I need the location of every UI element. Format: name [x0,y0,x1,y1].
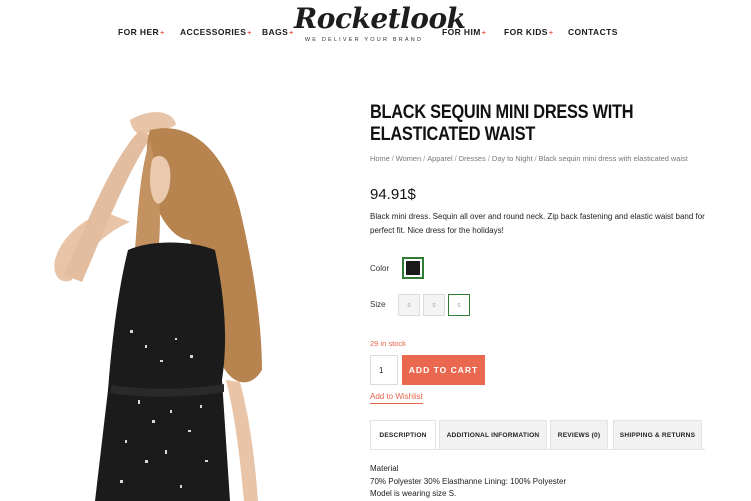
product-price: 94.91$ [370,186,416,203]
material-heading: Material [370,464,399,473]
plus-icon: + [160,30,165,37]
breadcrumb-separator: / [423,154,426,163]
add-to-wishlist-link[interactable]: Add to Wishlist [370,392,423,404]
top-navigation: FOR HER+ ACCESSORIES+ BAGS+ Rocketlook W… [0,0,751,62]
model-size-note: Model is wearing size S. [370,489,457,498]
size-option-selected[interactable]: s [448,294,470,316]
nav-item-for-her[interactable]: FOR HER+ [118,27,165,39]
nav-item-contacts[interactable]: CONTACTS [568,27,618,39]
plus-icon: + [247,30,252,37]
size-label: Size [370,300,386,309]
site-logo[interactable]: Rocketlook WE DELIVER YOUR BRAND [294,2,466,54]
product-title: BLACK SEQUIN MINI DRESS WITH ELASTICATED… [370,102,634,145]
breadcrumb-current: Black sequin mini dress with elasticated… [538,154,688,163]
product-tabs: DESCRIPTION ADDITIONAL INFORMATION REVIE… [370,420,710,450]
tab-additional-information[interactable]: ADDITIONAL INFORMATION [439,420,547,450]
color-label: Color [370,264,390,273]
breadcrumb-separator: / [391,154,394,163]
breadcrumb-apparel[interactable]: Apparel [427,154,452,163]
nav-item-for-him[interactable]: FOR HIM+ [442,27,486,39]
tab-description[interactable]: DESCRIPTION [370,420,436,450]
breadcrumb: Home / Women / Apparel / Dresses / Day to Night /… [370,154,688,163]
breadcrumb-separator: / [534,154,537,163]
swatch-fill [406,261,420,275]
nav-item-bags[interactable]: BAGS+ [262,27,294,39]
plus-icon: + [289,30,294,37]
breadcrumb-home[interactable]: Home [370,154,390,163]
plus-icon: + [481,30,487,37]
add-to-cart-button[interactable]: ADD TO CART [402,355,485,385]
tab-shipping-returns[interactable]: SHIPPING & RETURNS [613,420,702,450]
size-option[interactable]: s [398,294,420,316]
size-option[interactable]: s [423,294,445,316]
breadcrumb-dresses[interactable]: Dresses [459,154,486,163]
breadcrumb-day-to-night[interactable]: Day to Night [492,154,533,163]
tab-content: Material 70% Polyester 30% Elasthanne Li… [370,463,566,501]
product-image[interactable] [0,100,345,501]
material-composition: 70% Polyester 30% Elasthanne Lining: 100… [370,476,567,486]
model-photo [54,112,262,501]
quantity-input[interactable] [370,355,398,385]
nav-item-for-kids[interactable]: FOR KIDS+ [504,27,553,39]
tabs-divider [370,449,705,450]
breadcrumb-separator: / [487,154,490,163]
logo-wordmark: Rocketlook [294,2,466,35]
tab-reviews[interactable]: REVIEWS (0) [550,420,608,450]
color-swatch-black[interactable] [402,257,424,279]
product-description: Black mini dress. Sequin all over and ro… [370,212,705,235]
logo-tagline: WE DELIVER YOUR BRAND [304,37,424,43]
stock-status: 29 in stock [370,339,406,348]
nav-item-accessories[interactable]: ACCESSORIES+ [180,27,252,39]
breadcrumb-women[interactable]: Women [396,154,421,163]
breadcrumb-separator: / [454,154,457,163]
plus-icon: + [548,30,554,37]
